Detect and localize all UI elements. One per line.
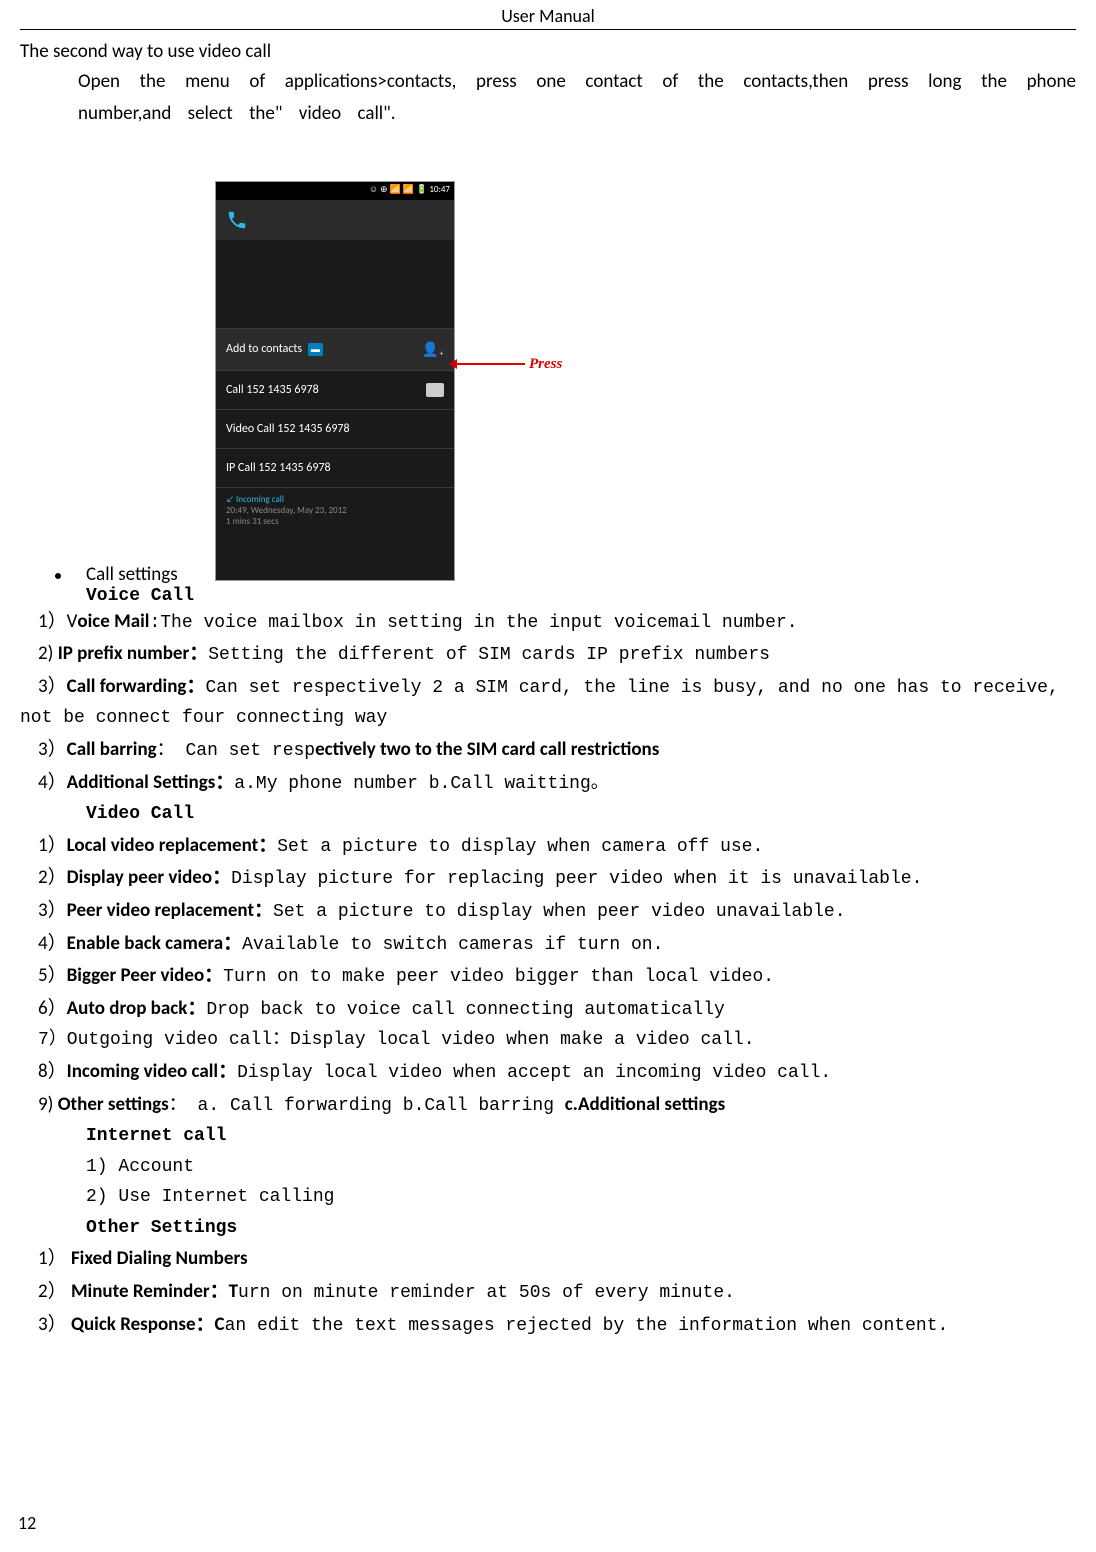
video-call-label: Video Call 152 1435 6978 [226,422,350,436]
message-icon [426,383,444,397]
voice-item-3-cont: not be connect four connecting way [20,703,1076,734]
phone-badge: ▬ [308,343,323,356]
video-item-2: 2）Display peer video：Display picture for… [38,862,1076,895]
other-settings-heading: Other Settings [86,1213,1076,1244]
voice-item-4: 3）Call barring： Can set respectively two… [38,734,1076,767]
phone-icon [226,209,248,231]
figure-container: ☺ ⊕ 📶 📶 🔋 10:47 Add to contacts ▬ 👤₊ Cal… [215,181,1076,581]
menu-call: Call 152 1435 6978 [216,370,454,409]
menu-ip-call: IP Call 152 1435 6978 [216,448,454,487]
bullet-icon [55,573,61,579]
press-label: Press [529,356,562,373]
incoming-label: ↙ Incoming call [226,494,444,505]
video-item-6: 6）Auto drop back：Drop back to voice call… [38,993,1076,1026]
phone-status-bar: ☺ ⊕ 📶 📶 🔋 10:47 [216,182,454,200]
other-item-3: 3） Quick Response：Can edit the text mess… [38,1309,1076,1342]
phone-menu-list: Add to contacts ▬ 👤₊ Call 152 1435 6978 … [216,328,454,533]
voice-item-3: 3）Call forwarding：Can set respectively 2… [38,671,1076,704]
arrow-icon [455,363,525,365]
other-item-2: 2） Minute Reminder：Turn on minute remind… [38,1276,1076,1309]
press-annotation: Press [455,356,562,373]
phone-tab-row [216,200,454,240]
internet-call-heading: Internet call [86,1121,1076,1152]
call-label: Call 152 1435 6978 [226,383,319,397]
menu-add-contacts: Add to contacts ▬ 👤₊ [216,328,454,370]
other-settings-section: 1） Fixed Dialing Numbers 2） Minute Remin… [20,1243,1076,1341]
video-item-7: 7）Outgoing video call：Display local vide… [38,1025,1076,1056]
voice-item-2: 2) IP prefix number：Setting the differen… [38,638,1076,671]
voice-call-heading: Voice Call [86,586,194,606]
incoming-call-block: ↙ Incoming call 20:49, Wednesday, May 23… [216,487,454,533]
video-call-section: 1）Local video replacement：Set a picture … [20,830,1076,1121]
header-rule [20,29,1076,30]
instruction-paragraph: Open the menu of applications>contacts, … [78,66,1076,131]
incoming-duration: 1 mins 31 secs [226,516,444,527]
menu-video-call: Video Call 152 1435 6978 [216,409,454,448]
voice-item-5: 4）Additional Settings：a.My phone number … [38,767,1076,800]
video-item-3: 3）Peer video replacement：Set a picture t… [38,895,1076,928]
video-call-heading: Video Call [86,799,1076,830]
status-time: 10:47 [429,184,450,195]
incoming-datetime: 20:49, Wednesday, May 23, 2012 [226,505,444,516]
video-item-5: 5）Bigger Peer video：Turn on to make peer… [38,960,1076,993]
voice-item-1: 1）Voice Mail:The voice mailbox in settin… [38,606,1076,639]
call-settings-label: Call settings [86,563,194,586]
other-item-1: 1） Fixed Dialing Numbers [38,1243,1076,1276]
video-item-8: 8）Incoming video call：Display local vide… [38,1056,1076,1089]
phone-screenshot: ☺ ⊕ 📶 📶 🔋 10:47 Add to contacts ▬ 👤₊ Cal… [215,181,455,581]
add-contacts-label: Add to contacts [226,342,302,356]
phone-spacer [216,240,454,328]
video-item-4: 4）Enable back camera：Available to switch… [38,928,1076,961]
internet-item-2: 2) Use Internet calling [86,1182,1076,1213]
video-item-1: 1）Local video replacement：Set a picture … [38,830,1076,863]
voice-call-section: 1）Voice Mail:The voice mailbox in settin… [20,606,1076,800]
section-title: The second way to use video call [20,40,1076,63]
video-item-9: 9) Other settings： a. Call forwarding b.… [38,1089,1076,1122]
internet-item-1: 1) Account [86,1152,1076,1183]
page-header: User Manual [20,0,1076,29]
add-person-icon: 👤₊ [421,341,444,358]
status-icons: ☺ ⊕ 📶 📶 🔋 [369,184,430,195]
ip-call-label: IP Call 152 1435 6978 [226,461,331,475]
page-number: 12 [18,1512,36,1534]
